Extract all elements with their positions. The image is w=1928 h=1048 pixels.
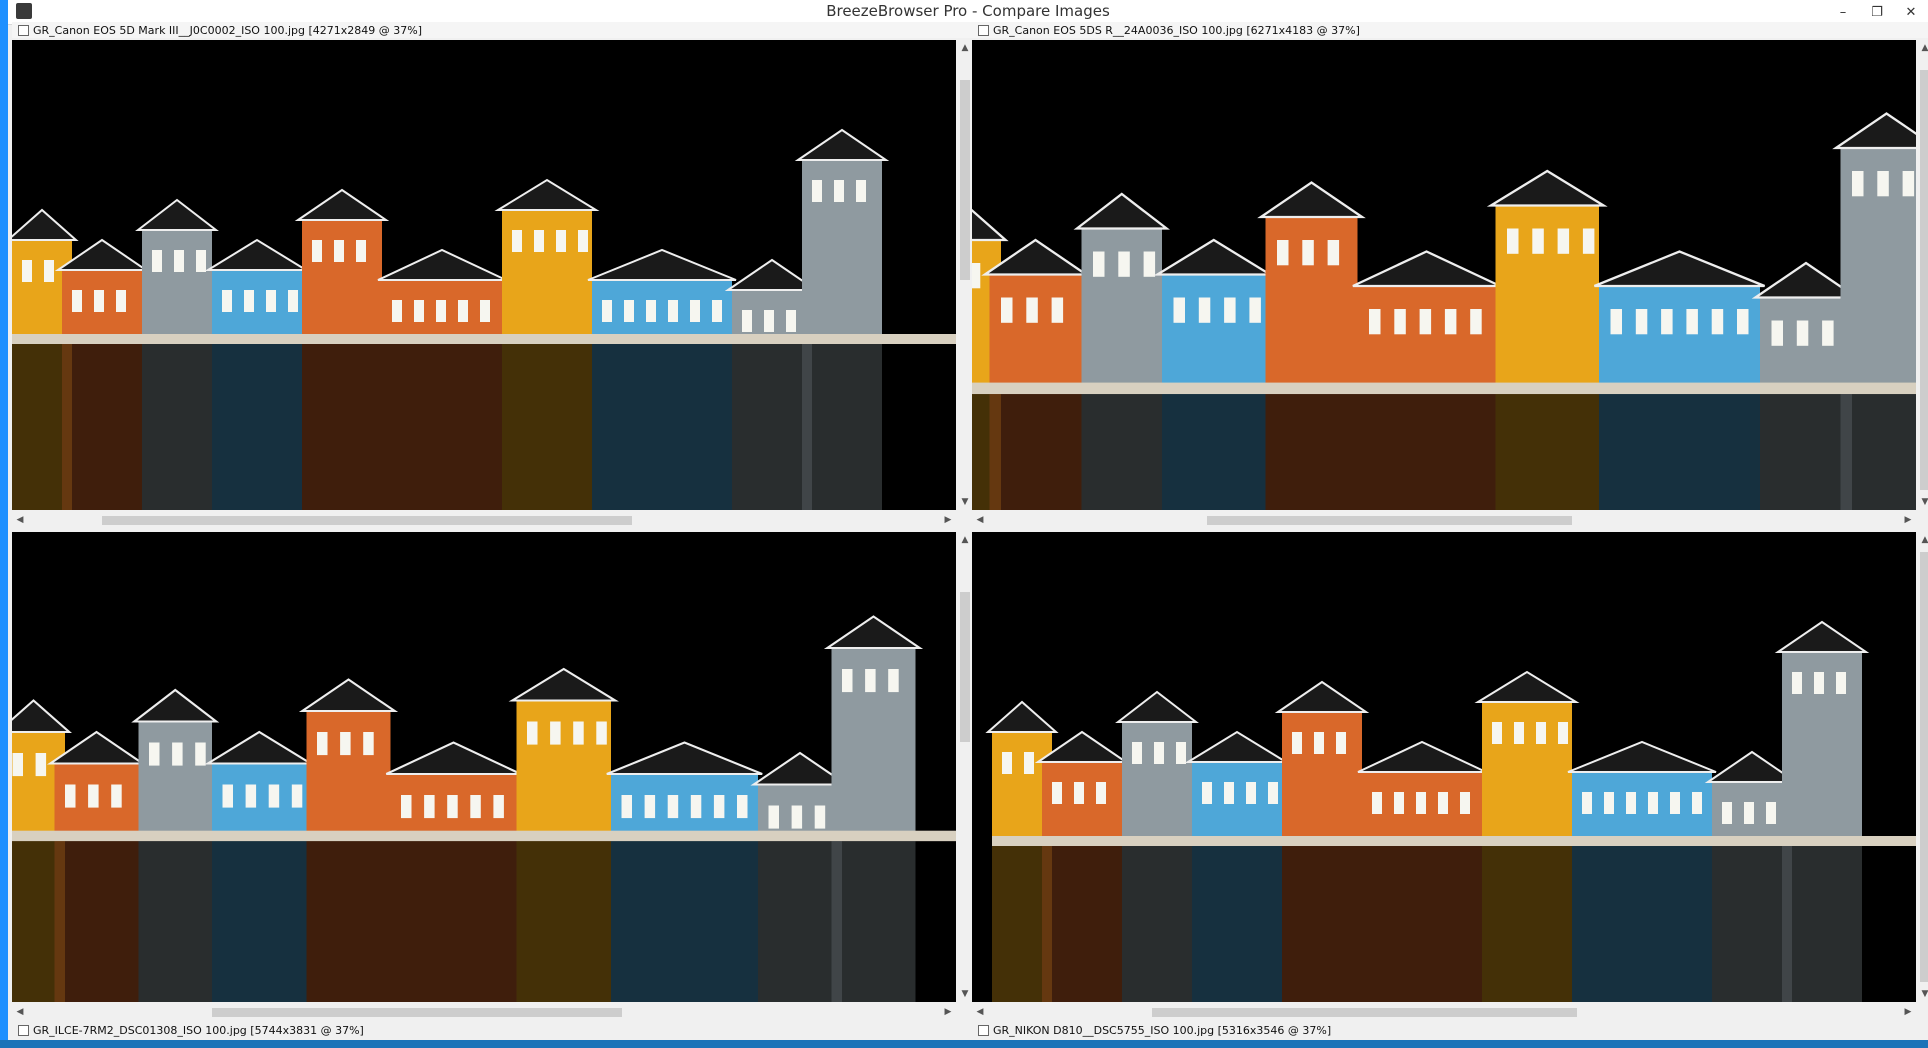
left-edge-accent	[0, 0, 8, 1048]
compare-pane-top-right: GR_Canon EOS 5DS R__24A0036_ISO 100.jpg …	[972, 22, 1928, 540]
horizontal-scrollbar[interactable]: ◀ ▶	[972, 1004, 1916, 1020]
close-button[interactable]: ✕	[1894, 0, 1928, 24]
pane-footer: GR_NIKON D810__DSC5755_ISO 100.jpg [5316…	[972, 1022, 1928, 1038]
scroll-up-arrow-icon[interactable]: ▲	[1916, 532, 1928, 548]
scroll-thumb[interactable]	[960, 80, 970, 280]
scroll-right-arrow-icon[interactable]: ▶	[1900, 1004, 1916, 1020]
scroll-left-arrow-icon[interactable]: ◀	[972, 1004, 988, 1020]
scroll-thumb[interactable]	[1920, 552, 1928, 982]
vertical-scrollbar[interactable]: ▲ ▼	[1916, 532, 1928, 1002]
scroll-thumb[interactable]	[960, 592, 970, 742]
scroll-right-arrow-icon[interactable]: ▶	[940, 1004, 956, 1020]
minimize-button[interactable]: –	[1826, 0, 1860, 24]
night-houses-photo	[972, 532, 1916, 1002]
pane-select-checkbox[interactable]	[18, 1024, 29, 1036]
pane-footer: GR_ILCE-7RM2_DSC01308_ISO 100.jpg [5744x…	[12, 1022, 974, 1038]
pane-header: GR_Canon EOS 5DS R__24A0036_ISO 100.jpg …	[972, 22, 1928, 38]
window-controls: – ❐ ✕	[1826, 0, 1928, 24]
scroll-thumb[interactable]	[212, 1008, 622, 1017]
taskbar	[0, 1040, 1928, 1048]
pane-file-label: GR_Canon EOS 5DS R__24A0036_ISO 100.jpg …	[993, 23, 1360, 37]
pane-file-label: GR_NIKON D810__DSC5755_ISO 100.jpg [5316…	[993, 1023, 1332, 1037]
window-title: BreezeBrowser Pro - Compare Images	[826, 2, 1110, 20]
compare-pane-bottom-left: ▲ ▼ ◀ ▶ GR_ILCE-7RM2_DSC01308_ISO 100.jp…	[12, 520, 974, 1038]
pane-file-label: GR_Canon EOS 5D Mark III__J0C0002_ISO 10…	[33, 23, 422, 37]
compare-pane-bottom-right: ▲ ▼ ◀ ▶ GR_NIKON D810__DSC5755_ISO 100.j…	[972, 520, 1928, 1038]
pane-select-checkbox[interactable]	[18, 24, 29, 36]
pane-select-checkbox[interactable]	[978, 1024, 989, 1036]
scroll-thumb[interactable]	[1920, 70, 1928, 490]
image-viewport[interactable]	[12, 532, 956, 1002]
image-viewport[interactable]	[12, 40, 956, 510]
vertical-scrollbar[interactable]: ▲ ▼	[1916, 40, 1928, 510]
scroll-down-arrow-icon[interactable]: ▼	[1916, 494, 1928, 510]
image-viewport[interactable]	[972, 532, 1916, 1002]
horizontal-scrollbar[interactable]: ◀ ▶	[12, 1004, 956, 1020]
compare-pane-top-left: GR_Canon EOS 5D Mark III__J0C0002_ISO 10…	[12, 22, 974, 540]
pane-file-label: GR_ILCE-7RM2_DSC01308_ISO 100.jpg [5744x…	[33, 1023, 364, 1037]
scroll-thumb[interactable]	[1152, 1008, 1577, 1017]
image-viewport[interactable]	[972, 40, 1916, 510]
scroll-left-arrow-icon[interactable]: ◀	[12, 1004, 28, 1020]
pane-select-checkbox[interactable]	[978, 24, 989, 36]
scroll-up-arrow-icon[interactable]: ▲	[1916, 40, 1928, 56]
pane-header: GR_Canon EOS 5D Mark III__J0C0002_ISO 10…	[12, 22, 974, 38]
restore-button[interactable]: ❐	[1860, 0, 1894, 24]
night-houses-photo	[12, 532, 956, 1002]
scroll-down-arrow-icon[interactable]: ▼	[1916, 986, 1928, 1002]
night-houses-photo	[972, 40, 1916, 510]
night-houses-photo	[12, 40, 956, 510]
